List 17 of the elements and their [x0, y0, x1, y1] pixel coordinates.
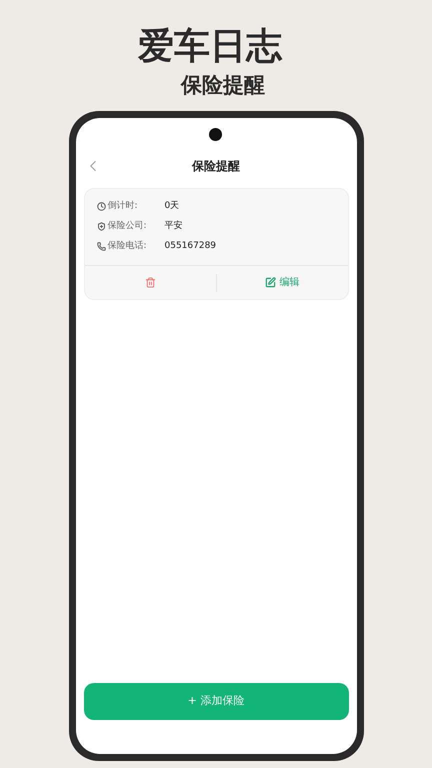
phone-icon [96, 242, 106, 251]
edit-icon [264, 277, 276, 288]
field-label: 倒计时: [108, 200, 139, 213]
clock-icon [96, 202, 106, 211]
field-value: 平安 [164, 220, 182, 233]
edit-button[interactable]: 编辑 [216, 266, 348, 299]
field-label: 保险电话: [108, 240, 148, 253]
camera-icon [208, 128, 222, 141]
trash-icon [144, 277, 156, 288]
promo-title: 爱车日志 [138, 26, 282, 66]
screen-title: 保险提醒 [192, 158, 240, 175]
field-value: 0天 [164, 200, 180, 213]
field-value: 055167289 [164, 240, 216, 253]
promo-subtitle: 保险提醒 [181, 72, 265, 98]
shield-icon [96, 222, 106, 231]
add-insurance-button[interactable]: + 添加保险 [84, 683, 348, 720]
field-label: 保险公司: [108, 220, 148, 233]
